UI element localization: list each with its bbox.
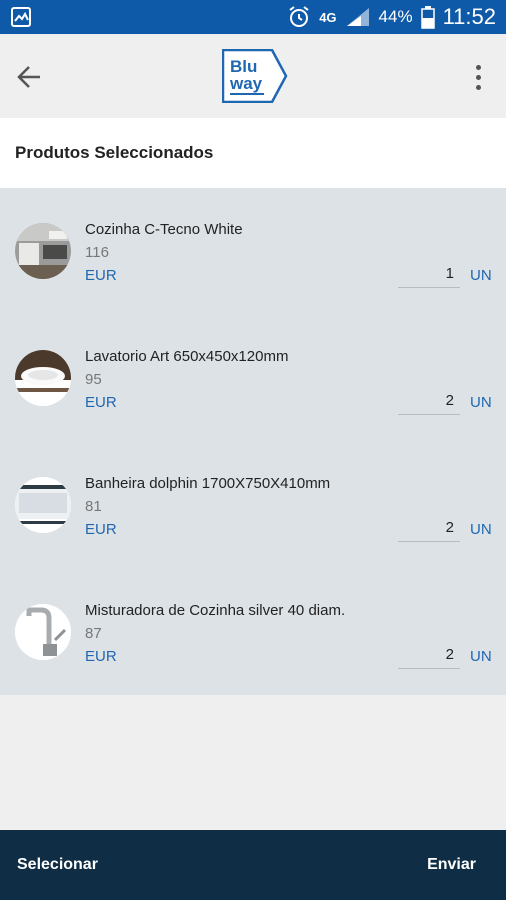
bathtub-image — [15, 477, 71, 533]
battery-icon — [420, 6, 435, 29]
quantity-unit: UN — [470, 521, 492, 538]
quantity-input[interactable]: 2 — [398, 391, 460, 415]
product-currency: EUR — [85, 394, 117, 411]
quantity-unit: UN — [470, 648, 492, 665]
section-title: Produtos Seleccionados — [0, 118, 506, 188]
product-thumbnail — [15, 223, 71, 279]
product-name: Banheira dolphin 1700X750X410mm — [85, 475, 331, 492]
product-list: Cozinha C-Tecno White 116 EUR 1 UN Lavat… — [0, 188, 506, 695]
product-currency: EUR — [85, 648, 117, 665]
alarm-icon — [289, 6, 309, 27]
bluway-logo: Blu way — [222, 49, 288, 103]
network-type: 4G — [319, 9, 337, 25]
kitchen-image — [15, 223, 71, 279]
product-currency: EUR — [85, 521, 117, 538]
status-bar: 4G 44% 11:52 — [0, 0, 506, 34]
product-name: Cozinha C-Tecno White — [85, 221, 243, 238]
logo-text-bottom: way — [229, 74, 263, 93]
more-vert-icon-dot — [475, 64, 481, 70]
send-button[interactable]: Enviar — [427, 856, 476, 874]
quantity-input[interactable]: 2 — [398, 518, 460, 542]
product-thumbnail — [15, 604, 71, 660]
product-thumbnail — [15, 350, 71, 406]
gallery-notification-icon — [11, 7, 31, 27]
signal-icon — [346, 8, 369, 26]
product-item[interactable]: Banheira dolphin 1700X750X410mm 81 EUR 2… — [0, 442, 506, 569]
product-code: 81 — [85, 498, 102, 515]
battery-percent: 44% — [378, 7, 413, 26]
select-button[interactable]: Selecionar — [17, 856, 98, 874]
product-name: Lavatorio Art 650x450x120mm — [85, 348, 289, 365]
product-code: 87 — [85, 625, 102, 642]
more-vert-icon-dot — [475, 84, 481, 90]
washbasin-image — [15, 350, 71, 406]
overflow-menu-button[interactable] — [468, 62, 488, 92]
quantity-unit: UN — [470, 267, 492, 284]
status-right: 4G 44% 11:52 — [287, 4, 496, 30]
product-code: 95 — [85, 371, 102, 388]
arrow-back-icon — [17, 66, 40, 88]
quantity-input[interactable]: 1 — [398, 264, 460, 288]
app-bar: Blu way — [0, 34, 506, 118]
product-name: Misturadora de Cozinha silver 40 diam. — [85, 602, 346, 619]
product-code: 116 — [85, 244, 109, 261]
bottom-action-bar: Selecionar Enviar — [0, 830, 506, 900]
quantity-input[interactable]: 2 — [398, 645, 460, 669]
product-currency: EUR — [85, 267, 117, 284]
product-thumbnail — [15, 477, 71, 533]
clock: 11:52 — [442, 4, 496, 29]
faucet-image — [15, 604, 71, 660]
product-item[interactable]: Cozinha C-Tecno White 116 EUR 1 UN — [0, 188, 506, 315]
more-vert-icon-dot — [475, 74, 481, 80]
back-button[interactable] — [14, 62, 44, 92]
product-item[interactable]: Lavatorio Art 650x450x120mm 95 EUR 2 UN — [0, 315, 506, 442]
product-item[interactable]: Misturadora de Cozinha silver 40 diam. 8… — [0, 569, 506, 696]
status-left — [10, 6, 32, 28]
quantity-unit: UN — [470, 394, 492, 411]
